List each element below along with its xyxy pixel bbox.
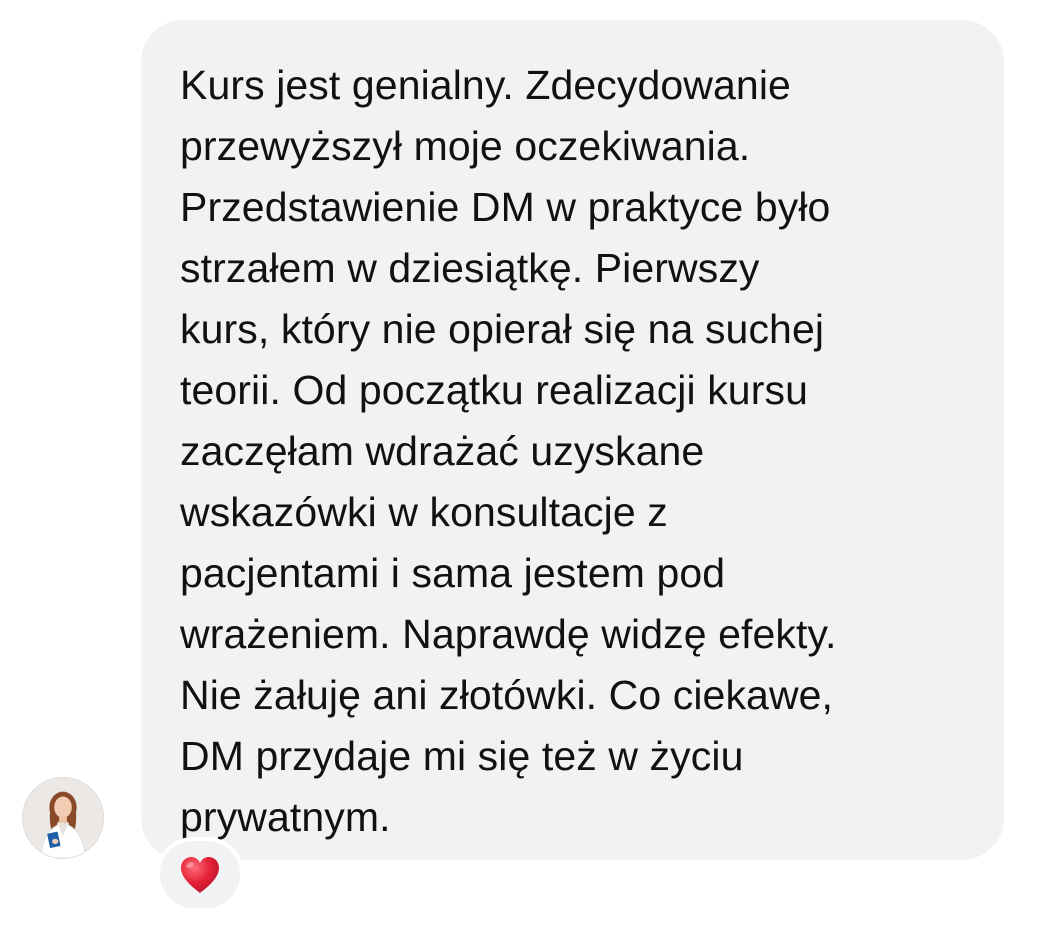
message-line: Nie żałuję ani złotówki. Co ciekawe, <box>180 672 834 718</box>
message-line: przewyższył moje oczekiwania. <box>180 123 751 169</box>
message-line: strzałem w dziesiątkę. Pierwszy <box>180 245 760 291</box>
message-line: Przedstawienie DM w praktyce było <box>180 184 831 230</box>
message-line: zaczęłam wdrażać uzyskane <box>180 428 705 474</box>
message-line: DM przydaje mi się też w życiu <box>180 733 744 779</box>
message-line: kurs, który nie opierał się na suchej <box>180 306 825 352</box>
message-bubble[interactable]: Kurs jest genialny. Zdecydowanie przewyż… <box>141 20 1004 860</box>
message-text: Kurs jest genialny. Zdecydowanie przewyż… <box>180 55 974 848</box>
message-line: wskazówki w konsultacje z <box>180 489 668 535</box>
message-row: Kurs jest genialny. Zdecydowanie przewyż… <box>0 0 1039 939</box>
message-line: Kurs jest genialny. Zdecydowanie <box>180 62 791 108</box>
message-line: teorii. Od początku realizacji kursu <box>180 367 808 413</box>
message-line: pacjentami i sama jestem pod <box>180 550 726 596</box>
reaction-badge[interactable] <box>156 837 244 912</box>
message-line: prywatnym. <box>180 794 391 840</box>
sender-avatar[interactable] <box>22 777 104 859</box>
heart-icon <box>178 855 222 895</box>
message-line: wrażeniem. Naprawdę widzę efekty. <box>180 611 837 657</box>
profile-photo <box>23 778 103 858</box>
